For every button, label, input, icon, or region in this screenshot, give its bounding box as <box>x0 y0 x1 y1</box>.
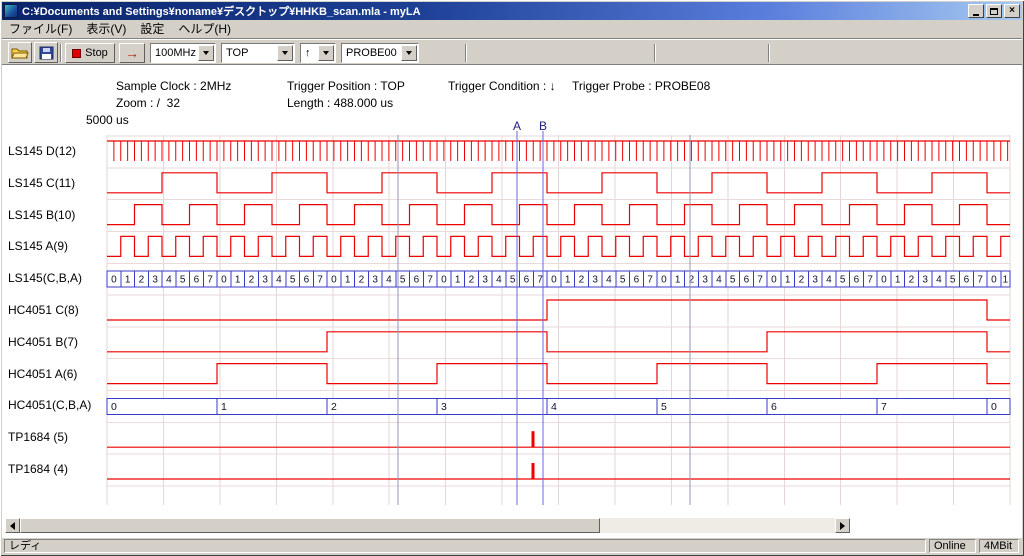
waveform-pane <box>2 65 1022 537</box>
channel-label-1[interactable]: LS145 C(11) <box>8 176 105 190</box>
app-window: C:¥Documents and Settings¥noname¥デスクトップ¥… <box>0 0 1024 556</box>
status-ready: レディ <box>4 539 926 553</box>
down-triangle-icon <box>406 51 412 55</box>
channel-label-10[interactable]: TP1684 (4) <box>8 462 105 476</box>
channel-label-8[interactable]: HC4051(C,B,A) <box>8 398 105 412</box>
left-triangle-icon <box>10 522 15 530</box>
channel-label-3[interactable]: LS145 A(9) <box>8 239 105 253</box>
down-triangle-icon <box>282 51 288 55</box>
toolbar-separator <box>654 44 656 62</box>
status-memory: 4MBit <box>979 539 1019 553</box>
toolbar: Stop → 100MHz TOP ↑ PROBE00 − + AB ←A ←B <box>2 38 1022 65</box>
trigger-position-info: Trigger Position : TOP <box>287 79 405 93</box>
time-scale-label: 5000 us <box>86 113 129 127</box>
save-file-button[interactable] <box>34 42 58 63</box>
sample-clock-select[interactable]: 100MHz <box>150 43 216 63</box>
right-triangle-icon <box>840 522 845 530</box>
run-button[interactable]: → <box>119 43 145 63</box>
stop-button[interactable]: Stop <box>65 43 115 63</box>
app-icon <box>4 4 18 18</box>
chevron-down-icon[interactable] <box>318 45 334 61</box>
channel-label-7[interactable]: HC4051 A(6) <box>8 367 105 381</box>
trigger-probe-info: Trigger Probe : PROBE08 <box>572 79 710 93</box>
chevron-down-icon[interactable] <box>277 45 293 61</box>
chevron-down-icon[interactable] <box>401 45 417 61</box>
trigger-probe-value: PROBE00 <box>346 44 397 62</box>
trigger-position-value: TOP <box>226 44 248 62</box>
horizontal-scrollbar[interactable] <box>5 518 850 533</box>
menu-view[interactable]: 表示(V) <box>79 20 133 38</box>
channel-label-0[interactable]: LS145 D(12) <box>8 144 105 158</box>
trigger-edge-value: ↑ <box>305 44 311 62</box>
toolbar-separator <box>465 44 467 62</box>
channel-label-4[interactable]: LS145(C,B,A) <box>8 271 105 285</box>
sample-clock-value: 100MHz <box>155 44 196 62</box>
stop-label: Stop <box>85 47 108 59</box>
minimize-button[interactable] <box>968 4 984 18</box>
cursor-b-label[interactable]: B <box>537 119 549 133</box>
toolbar-separator <box>768 44 770 62</box>
channel-label-6[interactable]: HC4051 B(7) <box>8 335 105 349</box>
scroll-left-button[interactable] <box>5 518 20 533</box>
trigger-condition-info: Trigger Condition : ↓ <box>448 79 556 93</box>
save-floppy-icon <box>39 46 54 60</box>
menu-settings[interactable]: 設定 <box>133 20 171 38</box>
toolbar-separator <box>60 44 62 62</box>
statusbar: レディ Online 4MBit <box>2 537 1022 554</box>
scroll-right-button[interactable] <box>835 518 850 533</box>
menu-file[interactable]: ファイル(F) <box>2 20 79 38</box>
down-triangle-icon <box>323 51 329 55</box>
down-triangle-icon <box>203 51 209 55</box>
channel-label-5[interactable]: HC4051 C(8) <box>8 303 105 317</box>
sample-clock-info: Sample Clock : 2MHz <box>116 79 231 93</box>
scrollbar-thumb[interactable] <box>20 518 600 533</box>
close-icon: × <box>1009 6 1015 16</box>
open-folder-icon <box>11 46 29 60</box>
channel-label-9[interactable]: TP1684 (5) <box>8 430 105 444</box>
channel-label-2[interactable]: LS145 B(10) <box>8 208 105 222</box>
window-title: C:¥Documents and Settings¥noname¥デスクトップ¥… <box>22 3 968 19</box>
titlebar[interactable]: C:¥Documents and Settings¥noname¥デスクトップ¥… <box>2 2 1022 20</box>
run-arrow-icon: → <box>125 45 139 61</box>
trigger-position-select[interactable]: TOP <box>221 43 295 63</box>
stop-icon <box>72 49 81 58</box>
minimize-icon <box>973 14 979 16</box>
zoom-info: Zoom : / 32 <box>116 96 180 110</box>
chevron-down-icon[interactable] <box>198 45 214 61</box>
length-info: Length : 488.000 us <box>287 96 393 110</box>
trigger-edge-select[interactable]: ↑ <box>300 43 336 63</box>
close-button[interactable]: × <box>1004 4 1020 18</box>
cursor-a-label[interactable]: A <box>511 119 523 133</box>
trigger-probe-select[interactable]: PROBE00 <box>341 43 419 63</box>
menu-help[interactable]: ヘルプ(H) <box>171 20 238 38</box>
status-online: Online <box>929 539 976 553</box>
maximize-icon <box>990 8 998 15</box>
maximize-button[interactable] <box>986 4 1002 18</box>
open-file-button[interactable] <box>8 42 32 63</box>
menubar: ファイル(F) 表示(V) 設定 ヘルプ(H) <box>2 20 1022 38</box>
